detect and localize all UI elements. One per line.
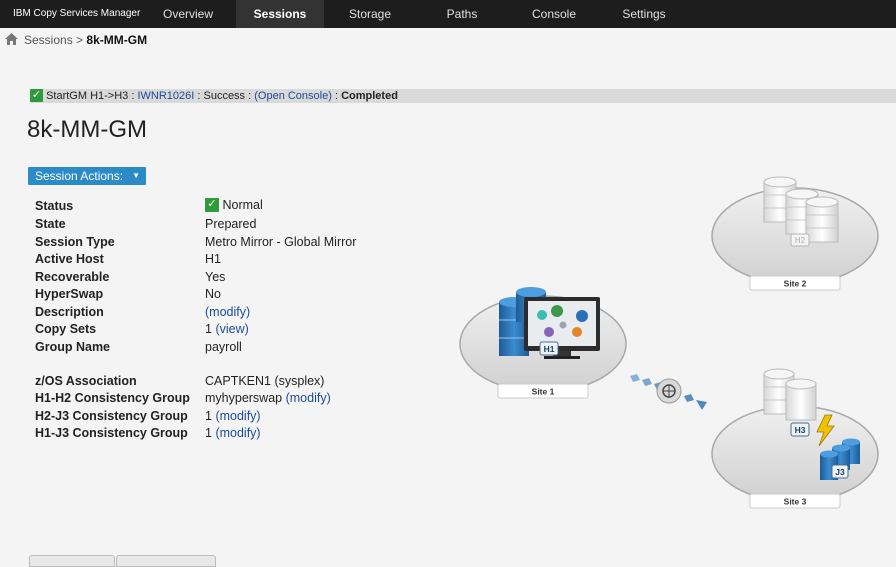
- page-title: 8k-MM-GM: [27, 116, 147, 143]
- copy-sets-count: 1: [205, 322, 212, 336]
- monitor-icon: [524, 297, 600, 359]
- home-icon[interactable]: [5, 33, 18, 48]
- prop-value-description: (modify): [205, 305, 250, 319]
- message-id-link[interactable]: IWNR1026I: [137, 90, 194, 102]
- tab-storage[interactable]: Storage: [326, 0, 414, 28]
- prop-label-h1-j3-cg: H1-J3 Consistency Group: [35, 426, 188, 440]
- status-separator: :: [334, 90, 339, 102]
- bottom-tab-2[interactable]: [116, 555, 216, 567]
- h2-j3-cg-value: 1: [205, 409, 212, 423]
- site-3[interactable]: H3 J3 Site 3: [711, 368, 879, 509]
- prop-value-recoverable: Yes: [205, 270, 226, 284]
- site-1[interactable]: H1 Site 1: [459, 287, 627, 399]
- breadcrumb: Sessions > 8k-MM-GM: [5, 33, 147, 49]
- h1-h2-cg-value: myhyperswap: [205, 391, 283, 405]
- tab-console[interactable]: Console: [510, 0, 598, 28]
- bottom-tab-1[interactable]: [29, 555, 115, 567]
- h1-volume-label: H1: [544, 344, 555, 354]
- session-actions-button[interactable]: Session Actions: ▼: [28, 167, 146, 185]
- breadcrumb-current: 8k-MM-GM: [86, 33, 148, 47]
- prop-label-zos-association: z/OS Association: [35, 374, 137, 388]
- status-message-bar: ✓ StartGM H1->H3 : IWNR1026I : Success :…: [30, 89, 896, 103]
- site-3-label: Site 3: [784, 497, 807, 507]
- j3-volume-label: J3: [835, 467, 845, 477]
- h1-h2-cg-modify-link[interactable]: (modify): [286, 391, 331, 405]
- prop-value-zos-association: CAPTKEN1 (sysplex): [205, 374, 325, 388]
- prop-value-h1-j3-cg: 1 (modify): [205, 426, 261, 440]
- site-1-label: Site 1: [532, 387, 555, 397]
- prop-value-status: ✓ Normal: [205, 198, 263, 212]
- copy-sets-view-link[interactable]: (view): [215, 322, 248, 336]
- breadcrumb-separator: >: [76, 33, 84, 47]
- prop-value-session-type: Metro Mirror - Global Mirror: [205, 235, 357, 249]
- tab-overview[interactable]: Overview: [144, 0, 232, 28]
- prop-value-hyperswap: No: [205, 287, 221, 301]
- h2-j3-cg-modify-link[interactable]: (modify): [215, 409, 260, 423]
- tab-settings[interactable]: Settings: [600, 0, 688, 28]
- site-2[interactable]: H2 Site 2: [711, 176, 879, 291]
- prop-label-copy-sets: Copy Sets: [35, 322, 97, 336]
- app-title: IBM Copy Services Manager: [13, 8, 141, 19]
- global-mirror-link-arrow[interactable]: [630, 374, 707, 410]
- h2-volume-label: H2: [795, 236, 806, 245]
- prop-value-h1-h2-cg: myhyperswap (modify): [205, 391, 331, 405]
- top-nav-bar: IBM Copy Services Manager Overview Sessi…: [0, 0, 896, 28]
- prop-label-h2-j3-cg: H2-J3 Consistency Group: [35, 409, 188, 423]
- prop-value-copy-sets: 1 (view): [205, 322, 249, 336]
- prop-label-session-type: Session Type: [35, 235, 115, 249]
- prop-label-hyperswap: HyperSwap: [35, 287, 104, 301]
- prop-label-recoverable: Recoverable: [35, 270, 110, 284]
- status-result: : Success :: [197, 90, 252, 102]
- prop-label-status: Status: [35, 199, 74, 213]
- prop-value-active-host: H1: [205, 252, 221, 266]
- tab-sessions[interactable]: Sessions: [236, 0, 324, 28]
- h3-volume-label: H3: [795, 425, 806, 435]
- prop-label-description: Description: [35, 305, 104, 319]
- session-topology-diagram: H2 Site 2 H1 Site 1 H3 J3 Site 3: [459, 176, 879, 509]
- open-console-link[interactable]: (Open Console): [254, 90, 332, 102]
- prop-label-state: State: [35, 217, 66, 231]
- breadcrumb-sessions-link[interactable]: Sessions: [24, 33, 73, 47]
- status-command: StartGM H1->H3 :: [46, 90, 135, 102]
- prop-label-group-name: Group Name: [35, 340, 111, 354]
- h1-j3-cg-value: 1: [205, 426, 212, 440]
- status-state: Completed: [341, 90, 398, 102]
- site-2-label: Site 2: [784, 279, 807, 289]
- description-modify-link[interactable]: (modify): [205, 305, 250, 319]
- prop-value-state: Prepared: [205, 217, 257, 231]
- success-check-icon: ✓: [30, 89, 43, 102]
- prop-value-h2-j3-cg: 1 (modify): [205, 409, 261, 423]
- prop-value-group-name: payroll: [205, 340, 242, 354]
- session-actions-label: Session Actions:: [35, 169, 124, 183]
- chevron-down-icon: ▼: [132, 171, 140, 180]
- normal-check-icon: ✓: [205, 198, 219, 212]
- status-value: Normal: [222, 198, 263, 212]
- prop-label-active-host: Active Host: [35, 252, 104, 266]
- prop-label-h1-h2-cg: H1-H2 Consistency Group: [35, 391, 190, 405]
- h1-j3-cg-modify-link[interactable]: (modify): [215, 426, 260, 440]
- tab-paths[interactable]: Paths: [418, 0, 506, 28]
